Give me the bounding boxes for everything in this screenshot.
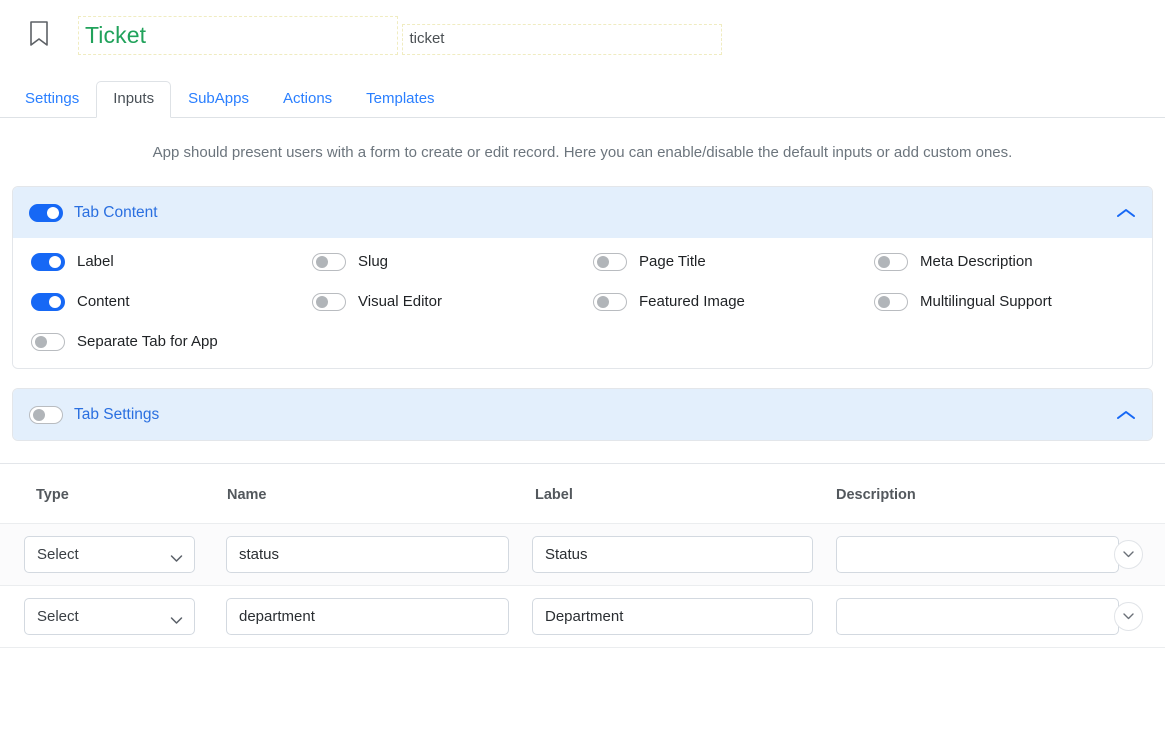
app-slug-field[interactable]: ticket	[402, 24, 723, 55]
tab-settings-title: Tab Settings	[74, 405, 160, 423]
app-slug: ticket	[409, 30, 445, 47]
option-page-title[interactable]: Page Title	[593, 252, 874, 272]
row-expand-button-status[interactable]	[1114, 540, 1143, 569]
option-featured-image-toggle[interactable]	[593, 293, 627, 311]
option-multilingual-support-toggle[interactable]	[874, 293, 908, 311]
tab-content-card: Tab Content Label Slug Page Title Meta D…	[12, 186, 1153, 369]
option-content[interactable]: Content	[31, 292, 312, 312]
option-separate-tab-for-app[interactable]: Separate Tab for App	[31, 332, 312, 352]
option-multilingual-support[interactable]: Multilingual Support	[874, 292, 1152, 312]
tab-content-title: Tab Content	[74, 203, 158, 221]
tab-content-body: Label Slug Page Title Meta Description C…	[13, 238, 1152, 368]
bookmark-icon-wrap	[0, 14, 78, 48]
type-select-status-value: Select	[37, 546, 79, 563]
tab-content-header[interactable]: Tab Content	[13, 187, 1152, 238]
table-row: Select	[0, 586, 1165, 648]
app-page: Ticket ticket Settings Inputs SubApps Ac…	[0, 0, 1165, 736]
tab-settings-header[interactable]: Tab Settings	[13, 389, 1152, 440]
option-slug-toggle[interactable]	[312, 253, 346, 271]
table-row: Select	[0, 524, 1165, 586]
title-block: Ticket ticket	[78, 14, 723, 55]
label-input-department[interactable]	[532, 598, 813, 635]
tab-inputs[interactable]: Inputs	[96, 81, 172, 118]
option-multilingual-support-text: Multilingual Support	[920, 293, 1052, 310]
chevron-down-icon	[170, 550, 183, 567]
column-header-name: Name	[227, 487, 267, 503]
name-input-department[interactable]	[226, 598, 509, 635]
table-header-row: Type Name Label Description	[0, 464, 1165, 524]
option-label-toggle[interactable]	[31, 253, 65, 271]
chevron-up-icon[interactable]	[1116, 207, 1136, 219]
tab-settings-toggle[interactable]	[29, 405, 63, 424]
tab-content-options: Label Slug Page Title Meta Description C…	[31, 252, 1134, 352]
type-select-department-value: Select	[37, 608, 79, 625]
bookmark-icon[interactable]	[28, 20, 50, 48]
option-meta-description[interactable]: Meta Description	[874, 252, 1152, 272]
option-content-text: Content	[77, 293, 130, 310]
column-header-label: Label	[535, 487, 573, 503]
option-content-toggle[interactable]	[31, 293, 65, 311]
name-input-status[interactable]	[226, 536, 509, 573]
tab-subapps[interactable]: SubApps	[171, 81, 266, 118]
chevron-up-icon[interactable]	[1116, 409, 1136, 421]
option-meta-description-toggle[interactable]	[874, 253, 908, 271]
column-header-type: Type	[36, 487, 69, 503]
type-select-status[interactable]: Select	[24, 536, 195, 573]
tab-settings[interactable]: Settings	[8, 81, 96, 118]
option-featured-image-text: Featured Image	[639, 293, 745, 310]
description-input-department[interactable]	[836, 598, 1119, 635]
chevron-down-icon	[170, 612, 183, 629]
app-title-field[interactable]: Ticket	[78, 16, 398, 55]
tab-actions[interactable]: Actions	[266, 81, 349, 118]
option-slug-text: Slug	[358, 253, 389, 270]
option-page-title-toggle[interactable]	[593, 253, 627, 271]
option-visual-editor-text: Visual Editor	[358, 293, 442, 310]
tab-content-toggle[interactable]	[29, 203, 63, 222]
app-header: Ticket ticket	[0, 0, 1165, 55]
option-visual-editor-toggle[interactable]	[312, 293, 346, 311]
inputs-description: App should present users with a form to …	[152, 144, 1013, 161]
option-featured-image[interactable]: Featured Image	[593, 292, 874, 312]
option-separate-tab-for-app-toggle[interactable]	[31, 333, 65, 351]
row-expand-button-department[interactable]	[1114, 602, 1143, 631]
label-input-status[interactable]	[532, 536, 813, 573]
option-label[interactable]: Label	[31, 252, 312, 272]
option-visual-editor[interactable]: Visual Editor	[312, 292, 593, 312]
tab-settings-card: Tab Settings	[12, 388, 1153, 441]
custom-inputs-table: Type Name Label Description Select statu…	[0, 464, 1165, 648]
tab-templates[interactable]: Templates	[349, 81, 451, 118]
option-label-text: Label	[77, 253, 114, 270]
tab-bar: Settings Inputs SubApps Actions Template…	[0, 81, 1165, 118]
option-meta-description-text: Meta Description	[920, 253, 1033, 270]
column-header-description: Description	[836, 487, 916, 503]
type-select-department[interactable]: Select	[24, 598, 195, 635]
description-input-status[interactable]	[836, 536, 1119, 573]
option-slug[interactable]: Slug	[312, 252, 593, 272]
page-title: Ticket	[85, 22, 147, 48]
option-separate-tab-for-app-text: Separate Tab for App	[77, 333, 218, 350]
option-page-title-text: Page Title	[639, 253, 706, 270]
